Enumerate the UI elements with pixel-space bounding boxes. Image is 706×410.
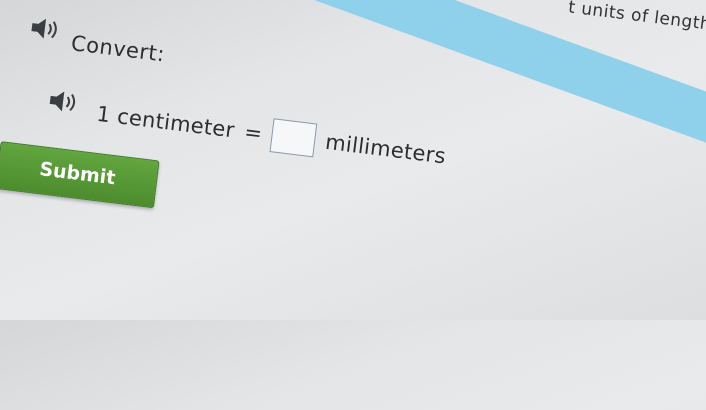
equals-sign: = <box>242 119 264 146</box>
topic-title: t units of length <box>567 0 706 35</box>
speaker-icon[interactable] <box>47 89 85 115</box>
left-quantity: 1 centimeter <box>95 101 236 143</box>
prompt-label: Convert: <box>69 31 167 67</box>
exercise-panel: t units of length Convert: 1 centimeter … <box>0 0 706 404</box>
unit-label: millimeters <box>323 129 448 169</box>
answer-input[interactable] <box>269 118 318 158</box>
submit-button[interactable]: Submit <box>0 141 160 209</box>
speaker-icon[interactable] <box>29 16 67 42</box>
